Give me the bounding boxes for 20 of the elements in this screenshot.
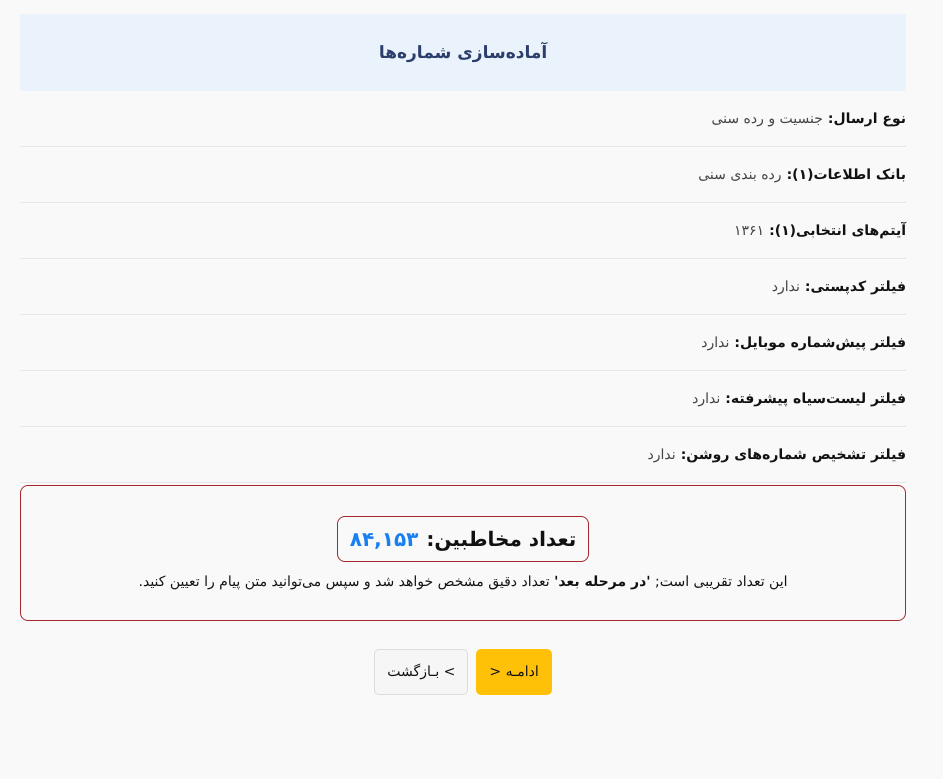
detail-value: ندارد (648, 446, 676, 462)
detail-value: ندارد (692, 390, 720, 406)
detail-label: فیلتر پیش‌شماره موبایل: (734, 334, 906, 350)
detail-label: فیلتر تشخیص شماره‌های روشن: (680, 446, 906, 462)
contact-count: ۸۴,۱۵۳ (350, 527, 418, 551)
detail-label: نوع ارسال: (828, 110, 906, 126)
detail-label: بانک اطلاعات(۱): (786, 166, 906, 182)
count-label: تعداد مخاطبین: (426, 527, 576, 551)
estimate-note: این تعداد تقریبی است; 'در مرحله بعد' تعداد دقیق مشخص خواهد شد و سپس می‌توانید متن پیام را تعیین کنید. (138, 574, 788, 590)
continue-button[interactable]: ادامـه < (476, 649, 552, 695)
page-title: آماده‌سازی شماره‌ها (378, 42, 548, 62)
detail-value: رده بندی سنی (698, 166, 782, 182)
back-button[interactable]: > بـازگشت (374, 649, 468, 695)
detail-label: فیلتر کدپستی: (804, 278, 906, 294)
detail-value: جنسیت و رده سنی (711, 110, 823, 126)
detail-value: ندارد (701, 334, 730, 350)
detail-value: ندارد (772, 278, 800, 294)
detail-label: آیتم‌های انتخابی(۱): (769, 222, 906, 238)
detail-label: فیلتر لیست‌سیاه پیشرفته: (725, 390, 906, 406)
detail-value: ۱۳۶۱ (734, 222, 764, 238)
